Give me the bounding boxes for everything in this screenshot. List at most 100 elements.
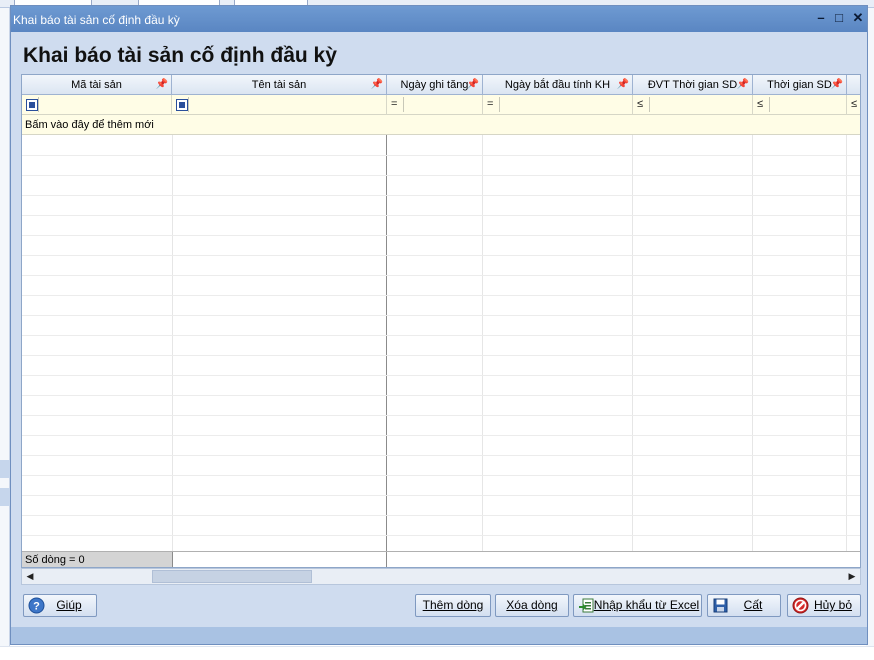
save-button[interactable]: Cất [707, 594, 781, 617]
add-row-button-label: Thêm dòng [422, 598, 484, 612]
column-header-ngay-bat-dau-tinh-kh[interactable]: Ngày bắt đầu tính KH 📌 [483, 75, 633, 95]
help-icon: ? [28, 597, 45, 614]
grid-row-line [22, 295, 860, 296]
cancel-icon [792, 597, 809, 614]
grid-row-line [22, 235, 860, 236]
column-header-ma-tai-san[interactable]: Mã tài sản 📌 [22, 75, 172, 95]
window-title: Khai báo tài sản cố định đầu kỳ [13, 13, 180, 27]
page-title: Khai báo tài sản cố định đầu kỳ [23, 44, 337, 67]
pin-icon[interactable]: 📌 [371, 75, 383, 95]
maximize-icon[interactable]: □ [831, 10, 847, 26]
background-band [0, 488, 10, 506]
grid-footer: Số dòng = 0 [22, 551, 860, 567]
cancel-button[interactable]: Hủy bỏ [787, 594, 861, 617]
horizontal-scrollbar[interactable]: ◀ ▶ [21, 568, 861, 585]
background-left-panel [0, 8, 10, 660]
grid-column-line [482, 135, 483, 551]
grid-row-line [22, 155, 860, 156]
filter-cell[interactable]: ≤ [633, 95, 753, 115]
filter-operator[interactable]: = [391, 98, 397, 110]
filter-operator[interactable]: ≤ [757, 98, 763, 110]
pin-icon[interactable]: 📌 [831, 75, 843, 95]
grid-row-line [22, 195, 860, 196]
grid-column-line [386, 135, 387, 551]
pin-icon[interactable]: 📌 [737, 75, 749, 95]
add-row-button[interactable]: Thêm dòng [415, 594, 491, 617]
filter-operator[interactable]: ≤ [851, 98, 857, 110]
filter-operator[interactable]: = [487, 98, 493, 110]
grid-row-line [22, 515, 860, 516]
column-header-label: Thời gian SD [767, 79, 832, 91]
filter-checkbox-icon[interactable] [26, 99, 38, 111]
grid-row-line [22, 475, 860, 476]
divider [769, 97, 770, 112]
column-header-label: ĐVT Thời gian SD [647, 79, 738, 91]
svg-text:?: ? [33, 601, 40, 613]
asset-grid[interactable]: Mã tài sản 📌 Tên tài sản 📌 Ngày ghi tăng… [21, 74, 861, 568]
grid-column-line [632, 135, 633, 551]
column-header-extra[interactable] [847, 75, 860, 95]
column-header-ten-tai-san[interactable]: Tên tài sản 📌 [172, 75, 387, 95]
column-header-label: Mã tài sản [71, 79, 122, 91]
filter-cell[interactable]: ≤ [847, 95, 860, 115]
filter-cell[interactable]: ≤ [753, 95, 847, 115]
filter-cell[interactable] [22, 95, 172, 115]
close-icon[interactable]: ✕ [850, 10, 866, 26]
grid-row-line [22, 275, 860, 276]
delete-row-button-label: Xóa dòng [506, 598, 558, 612]
grid-row-line [22, 535, 860, 536]
filter-cell[interactable]: = [387, 95, 483, 115]
divider [188, 97, 189, 112]
grid-row-line [22, 175, 860, 176]
cancel-button-label: Hủy bỏ [813, 598, 853, 612]
title-bar[interactable]: Khai báo tài sản cố định đầu kỳ – □ ✕ [11, 6, 867, 32]
grid-row-line [22, 395, 860, 396]
pin-icon[interactable]: 📌 [156, 75, 168, 95]
scroll-right-icon[interactable]: ▶ [844, 569, 860, 584]
new-row-prompt[interactable]: Bấm vào đây để thêm mới [22, 115, 860, 135]
pin-icon[interactable]: 📌 [617, 75, 629, 95]
scroll-left-icon[interactable]: ◀ [22, 569, 38, 584]
grid-row-line [22, 335, 860, 336]
grid-row-line [22, 495, 860, 496]
new-row-text: Bấm vào đây để thêm mới [25, 119, 154, 131]
minimize-icon[interactable]: – [813, 10, 829, 26]
filter-cell[interactable]: = [483, 95, 633, 115]
filter-checkbox-icon[interactable] [176, 99, 188, 111]
column-header-label: Tên tài sản [251, 79, 307, 91]
divider [386, 552, 387, 567]
help-button[interactable]: ? Giúp [23, 594, 97, 617]
divider [499, 97, 500, 112]
column-header-thoi-gian-sd[interactable]: Thời gian SD 📌 [753, 75, 847, 95]
grid-column-line [846, 135, 847, 551]
grid-row-line [22, 455, 860, 456]
excel-import-icon [579, 598, 594, 613]
import-excel-button-label: Nhập khẩu từ Excel [593, 598, 700, 612]
dialog: Khai báo tài sản cố định đầu kỳ – □ ✕ Kh… [10, 5, 868, 645]
import-excel-button[interactable]: Nhập khẩu từ Excel [573, 594, 702, 617]
delete-row-button[interactable]: Xóa dòng [495, 594, 569, 617]
column-header-label: Ngày ghi tăng [400, 79, 469, 91]
row-count: Số dòng = 0 [22, 552, 172, 567]
filter-cell[interactable] [172, 95, 387, 115]
grid-row-line [22, 215, 860, 216]
divider [403, 97, 404, 112]
column-header-dvt-thoi-gian-sd[interactable]: ĐVT Thời gian SD 📌 [633, 75, 753, 95]
grid-row-line [22, 315, 860, 316]
pin-icon[interactable]: 📌 [467, 75, 479, 95]
divider [649, 97, 650, 112]
grid-row-line [22, 255, 860, 256]
grid-row-line [22, 355, 860, 356]
grid-column-line [172, 135, 173, 551]
grid-row-line [22, 415, 860, 416]
scroll-thumb[interactable] [152, 570, 312, 583]
background-band [0, 460, 10, 478]
divider [38, 97, 39, 112]
divider [172, 552, 173, 567]
grid-column-line [752, 135, 753, 551]
column-header-ngay-ghi-tang[interactable]: Ngày ghi tăng 📌 [387, 75, 483, 95]
filter-operator[interactable]: ≤ [637, 98, 643, 110]
filter-row: = = ≤ ≤ ≤ [22, 95, 860, 115]
save-button-label: Cất [743, 598, 763, 612]
grid-row-line [22, 375, 860, 376]
